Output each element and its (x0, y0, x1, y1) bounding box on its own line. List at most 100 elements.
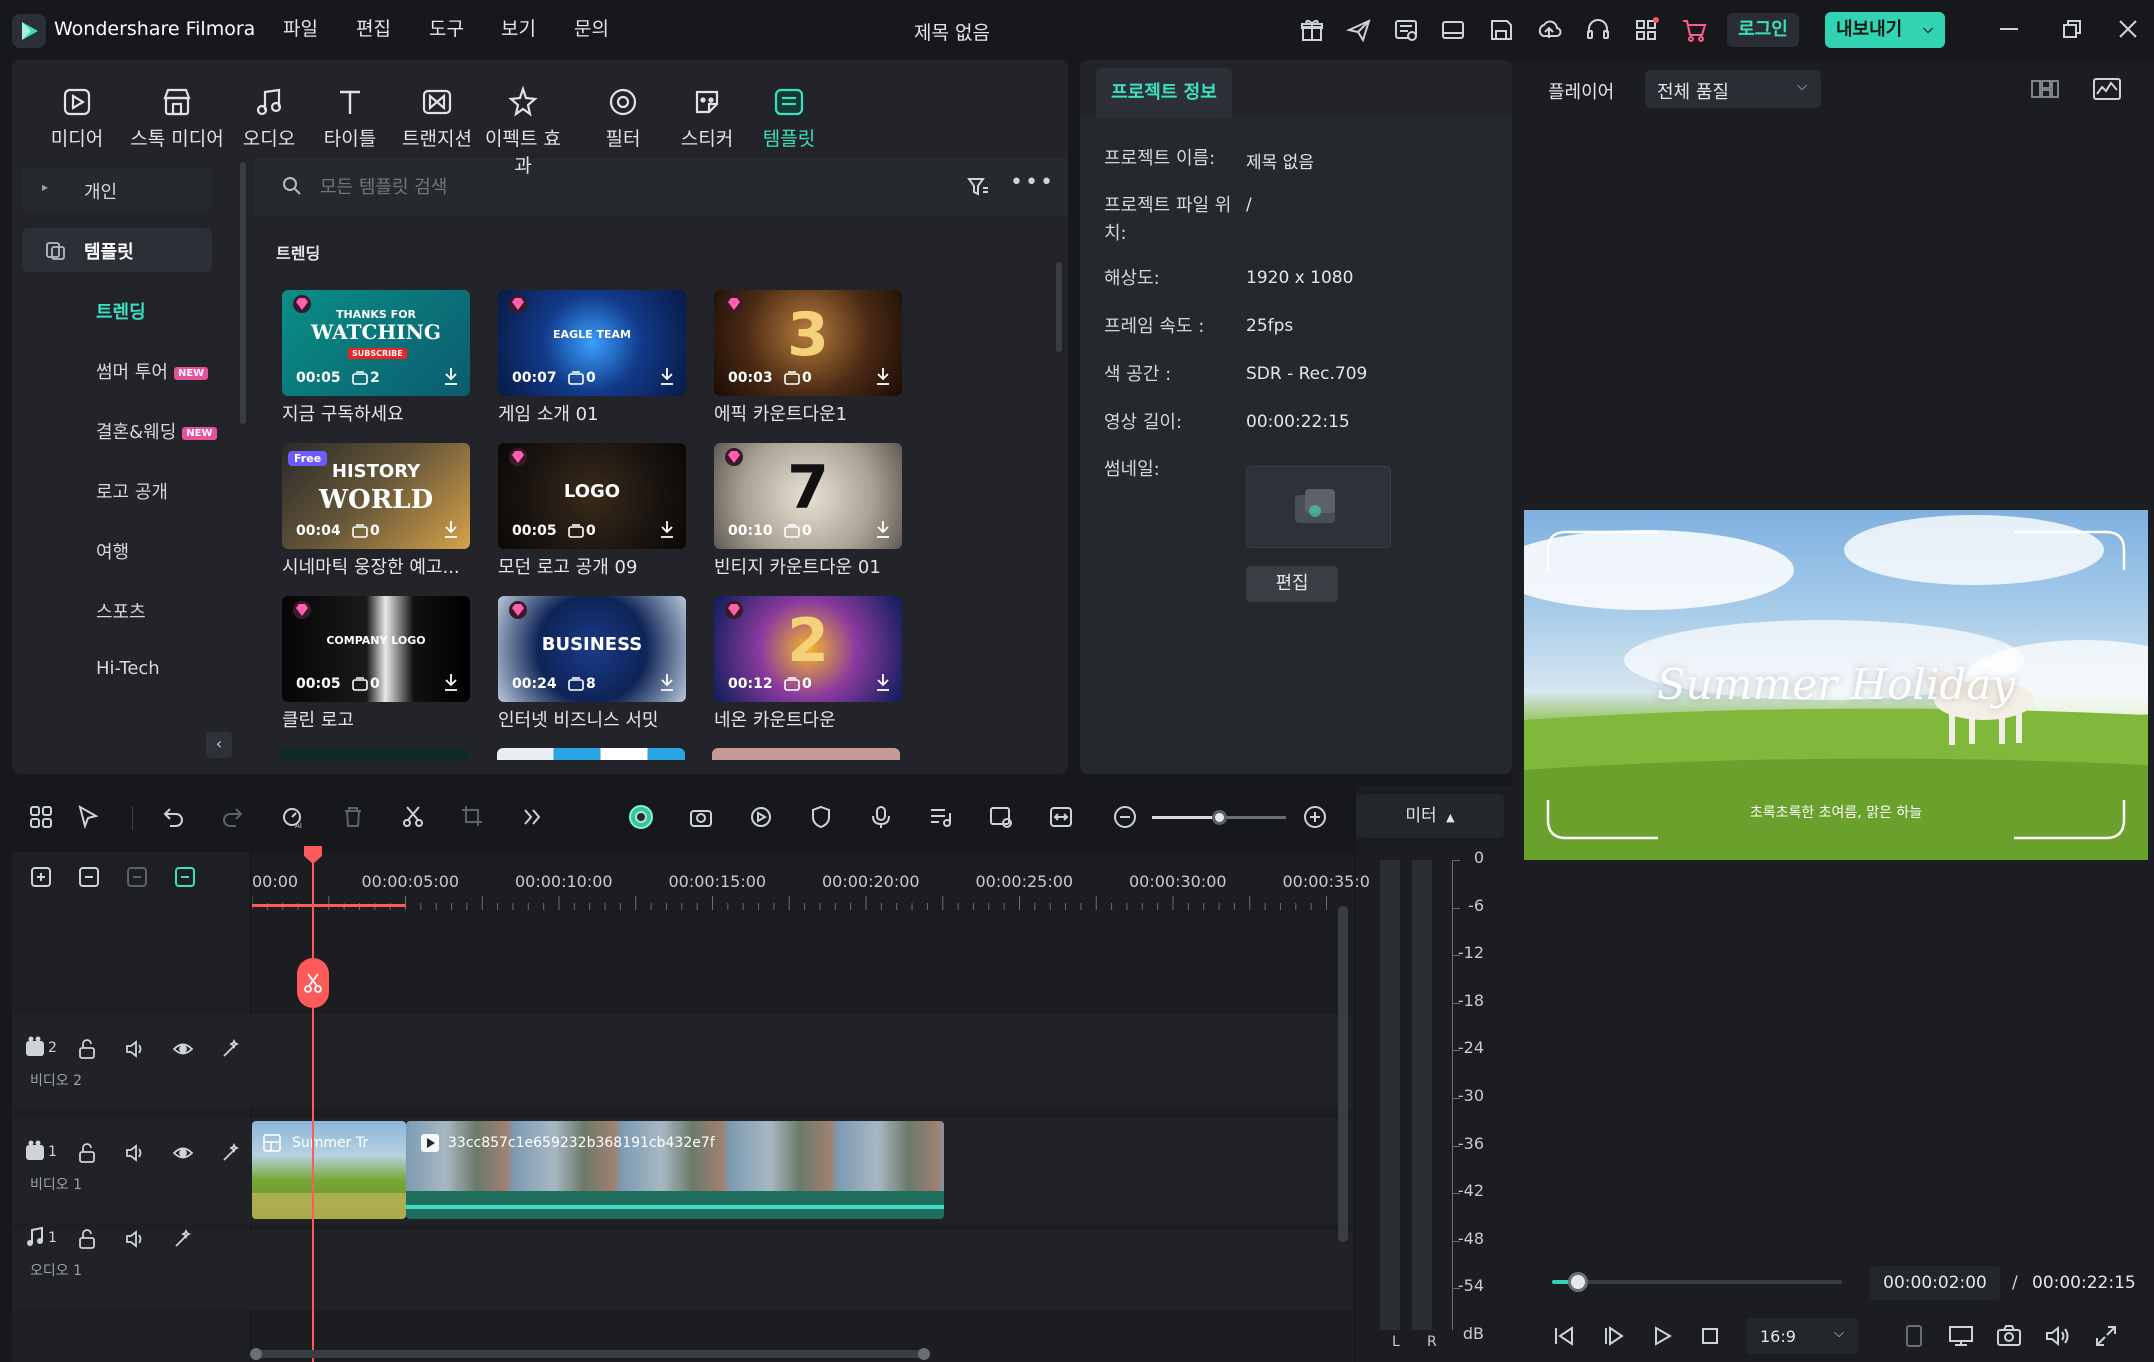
download-icon[interactable] (442, 672, 460, 692)
send-icon[interactable] (1345, 16, 1373, 44)
split-marker[interactable] (297, 958, 329, 1008)
timeline-v-scrollbar[interactable] (1338, 906, 1348, 1242)
scroll-handle-right[interactable] (918, 1348, 930, 1360)
export-button[interactable]: 내보내기 ⌵ (1825, 12, 1945, 48)
ai-camera-icon[interactable] (688, 804, 714, 830)
tab-title[interactable]: 타이틀 (305, 84, 395, 151)
play-icon[interactable] (1650, 1324, 1674, 1348)
download-icon[interactable] (874, 519, 892, 539)
video-preview[interactable]: Summer Holiday 초록초록한 초여름, 맑은 하늘 (1524, 510, 2148, 860)
layout-icon[interactable] (1439, 16, 1467, 44)
tab-project-info[interactable]: 프로젝트 정보 (1096, 68, 1232, 118)
news-icon[interactable] (1392, 16, 1420, 44)
fit-timeline-icon[interactable] (1048, 804, 1074, 830)
zoom-slider-knob[interactable] (1212, 810, 1227, 825)
minimize-icon[interactable] (2000, 28, 2018, 30)
volume-icon[interactable] (2044, 1324, 2070, 1348)
close-icon[interactable] (2118, 19, 2138, 39)
template-grid-scrollbar[interactable] (1056, 262, 1062, 352)
sidebar-item-templates[interactable]: 템플릿 (22, 228, 212, 272)
template-card[interactable]: 3 00:03 0 에픽 카운트다운1 (714, 290, 914, 430)
download-icon[interactable] (442, 366, 460, 386)
visibility-eye-icon[interactable] (172, 1142, 194, 1164)
clip-video-main[interactable]: 33cc857c1e659232b368191cb432e7f (406, 1121, 944, 1219)
tab-effects[interactable]: 이펙트 효과 (478, 84, 568, 178)
tab-audio[interactable]: 오디오 (224, 84, 314, 151)
display-icon[interactable] (1948, 1324, 1974, 1348)
tab-template[interactable]: 템플릿 (744, 84, 834, 151)
zoom-in-icon[interactable] (1302, 804, 1328, 830)
tab-sticker[interactable]: 스티커 (662, 84, 752, 151)
waveform-scope-icon[interactable] (2092, 76, 2122, 102)
volume-icon[interactable] (124, 1038, 146, 1060)
template-card[interactable]: COMPANY LOGO 00:05 0 클린 로고 (282, 596, 482, 736)
scroll-handle-left[interactable] (250, 1348, 262, 1360)
more-tools-icon[interactable] (520, 804, 546, 830)
sidebar-item-category[interactable]: 스포츠 (96, 598, 146, 624)
restore-icon[interactable] (2062, 19, 2082, 39)
quality-dropdown[interactable]: 전체 품질 ⌵ (1645, 70, 1821, 108)
snap-icon[interactable] (172, 864, 198, 890)
sidebar-item-category[interactable]: 로고 공개 (96, 478, 168, 504)
auto-reframe-icon[interactable] (748, 804, 774, 830)
cloud-upload-icon[interactable] (1535, 16, 1563, 44)
template-card[interactable]: HISTORY WORLD Free 00:04 0 시네마틱 웅장한 예고... (282, 443, 482, 583)
cut-icon[interactable] (400, 804, 426, 830)
lock-icon[interactable] (76, 1038, 98, 1060)
microphone-icon[interactable] (868, 804, 894, 830)
undo-icon[interactable] (160, 804, 186, 830)
apps-grid-icon[interactable] (1632, 16, 1660, 44)
search-input[interactable] (320, 171, 840, 203)
link-icon[interactable] (76, 864, 102, 890)
snapshot-icon[interactable] (1996, 1324, 2022, 1348)
ai-tool-icon[interactable] (628, 804, 654, 830)
track-ai-icon[interactable] (220, 1142, 242, 1164)
tab-stock-media[interactable]: 스톡 미디어 (122, 84, 232, 151)
tab-media[interactable]: 미디어 (32, 84, 122, 151)
playback-progress-bar[interactable] (1552, 1272, 1842, 1292)
meter-header[interactable]: 미터 ▲ (1356, 794, 1504, 838)
volume-icon[interactable] (124, 1142, 146, 1164)
ai-speed-icon[interactable]: AI (280, 804, 306, 830)
zoom-out-icon[interactable] (1112, 804, 1138, 830)
collapse-sidebar-button[interactable]: ‹ (206, 732, 232, 758)
tab-filter[interactable]: 필터 (578, 84, 668, 151)
template-card[interactable]: THANKS FOR WATCHING SUBSCRIBE 00:05 2 지금 구독하세… (282, 290, 482, 430)
template-card[interactable]: LOGO 00:05 0 모던 로고 공개 09 (498, 443, 698, 583)
crop-icon[interactable] (460, 804, 486, 830)
sidebar-item-personal[interactable]: ▸ 개인 (22, 168, 212, 212)
download-icon[interactable] (874, 366, 892, 386)
sidebar-item-category[interactable]: 결혼&웨딩 NEW (96, 418, 217, 444)
redo-icon[interactable] (220, 804, 246, 830)
volume-icon[interactable] (124, 1228, 146, 1250)
aspect-ratio-dropdown[interactable]: 16:9 ⌵ (1746, 1318, 1858, 1354)
cart-icon[interactable] (1680, 16, 1708, 44)
current-time-box[interactable]: 00:00:02:00 (1870, 1266, 2000, 1300)
sidebar-item-category[interactable]: 트렌딩 (96, 298, 146, 324)
menu-help[interactable]: 문의 (574, 14, 609, 41)
download-icon[interactable] (874, 672, 892, 692)
timeline-h-scrollbar[interactable] (250, 1348, 930, 1360)
next-frame-icon[interactable] (1602, 1324, 1626, 1348)
track-layout-icon[interactable] (124, 864, 150, 890)
template-card[interactable]: 7 00:10 0 빈티지 카운트다운 01 (714, 443, 914, 583)
previous-frame-icon[interactable] (1552, 1324, 1576, 1348)
audio-list-icon[interactable] (928, 804, 954, 830)
sidebar-item-category[interactable]: Hi-Tech (96, 658, 160, 679)
zoom-slider[interactable] (1152, 810, 1286, 825)
download-icon[interactable] (658, 672, 676, 692)
progress-knob[interactable] (1568, 1272, 1589, 1292)
template-card[interactable]: 2 00:12 0 네온 카운트다운 (714, 596, 914, 736)
mobile-preview-icon[interactable] (1904, 1324, 1924, 1348)
lock-icon[interactable] (76, 1228, 98, 1250)
more-options-icon[interactable]: ••• (1010, 170, 1055, 195)
menu-file[interactable]: 파일 (283, 14, 318, 41)
edit-thumbnail-button[interactable]: 편집 (1246, 566, 1338, 602)
clip-summer-template[interactable]: Summer Tr (252, 1121, 406, 1219)
grid-view-icon[interactable] (2030, 78, 2060, 100)
preview-render-icon[interactable] (988, 804, 1014, 830)
layout-grid-icon[interactable] (28, 804, 54, 830)
thumbnail-box[interactable] (1246, 466, 1391, 548)
headset-icon[interactable] (1584, 16, 1612, 44)
tab-transition[interactable]: 트랜지션 (392, 84, 482, 151)
